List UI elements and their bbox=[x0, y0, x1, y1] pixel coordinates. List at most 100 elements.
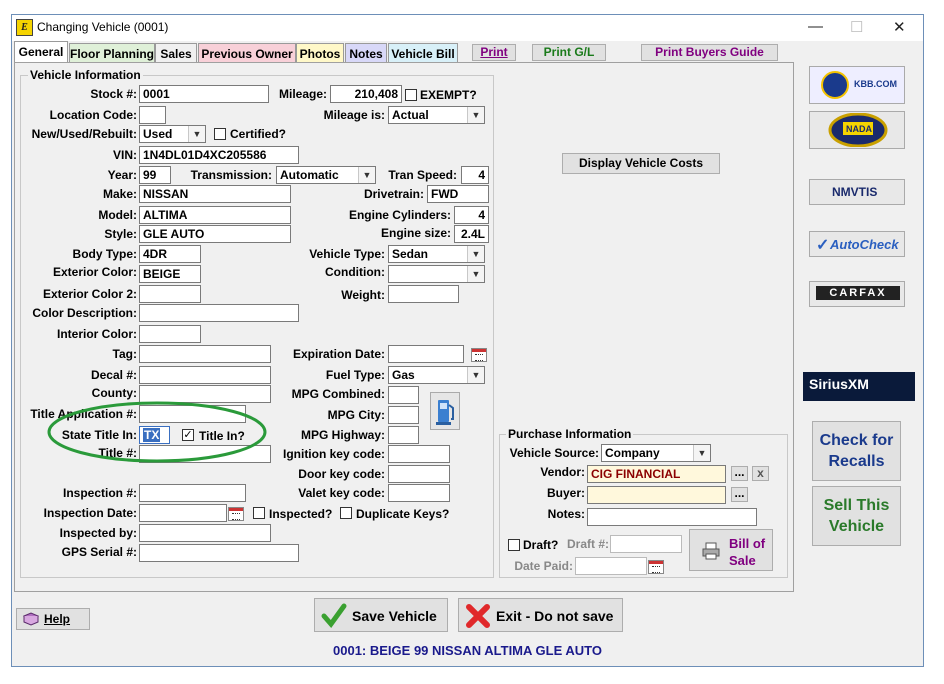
help-button[interactable]: Help bbox=[16, 608, 90, 630]
calendar-icon[interactable] bbox=[471, 348, 487, 362]
ignition-key-field[interactable] bbox=[388, 445, 450, 463]
ext-color2-field[interactable] bbox=[139, 285, 201, 303]
inspection-date-label: Inspection Date: bbox=[43, 506, 137, 520]
body-type-label: Body Type: bbox=[72, 247, 137, 261]
inspected-by-label: Inspected by: bbox=[59, 526, 137, 540]
ext-color-field[interactable]: BEIGE bbox=[139, 265, 201, 283]
kbb-badge-icon bbox=[821, 71, 849, 99]
vendor-lookup-button[interactable]: ... bbox=[731, 466, 748, 481]
print-buyers-guide-button[interactable]: Print Buyers Guide bbox=[641, 44, 778, 61]
drivetrain-field[interactable]: FWD bbox=[427, 185, 489, 203]
vendor-clear-button[interactable]: x bbox=[752, 466, 769, 481]
vehicle-type-select[interactable]: Sedan ▼ bbox=[388, 245, 485, 263]
mileage-field[interactable]: 210,408 bbox=[330, 85, 402, 103]
duplicate-keys-checkbox[interactable] bbox=[340, 507, 352, 519]
chevron-down-icon: ▼ bbox=[693, 445, 710, 461]
print-button[interactable]: Print bbox=[472, 44, 516, 61]
sell-this-vehicle-button[interactable]: Sell This Vehicle bbox=[812, 486, 901, 546]
engine-size-field[interactable]: 2.4L bbox=[454, 225, 489, 243]
red-x-icon bbox=[466, 604, 490, 628]
minimize-icon[interactable]: — bbox=[808, 18, 823, 35]
nmvtis-logo-button[interactable]: NMVTIS bbox=[809, 179, 905, 205]
mpg-city-field[interactable] bbox=[388, 406, 419, 424]
stock-field[interactable]: 0001 bbox=[139, 85, 269, 103]
tag-field[interactable] bbox=[139, 345, 271, 363]
expiration-field[interactable] bbox=[388, 345, 464, 363]
make-field[interactable]: NISSAN bbox=[139, 185, 291, 203]
vin-field[interactable]: 1N4DL01D4XC205586 bbox=[139, 146, 299, 164]
decal-field[interactable] bbox=[139, 366, 271, 384]
help-book-icon bbox=[23, 612, 39, 626]
color-desc-field[interactable] bbox=[139, 304, 299, 322]
buyer-field[interactable] bbox=[587, 486, 726, 504]
model-field[interactable]: ALTIMA bbox=[139, 206, 291, 224]
date-paid-field[interactable] bbox=[575, 557, 647, 575]
tran-speed-field[interactable]: 4 bbox=[461, 166, 489, 184]
vendor-field[interactable]: CIG FINANCIAL bbox=[587, 465, 726, 483]
exit-button[interactable]: Exit - Do not save bbox=[458, 598, 623, 632]
exempt-checkbox[interactable] bbox=[405, 89, 417, 101]
ignition-key-label: Ignition key code: bbox=[282, 447, 385, 461]
condition-select[interactable]: ▼ bbox=[388, 265, 485, 283]
fuel-type-value: Gas bbox=[392, 368, 415, 382]
inspection-date-field[interactable] bbox=[139, 504, 227, 522]
inspected-checkbox[interactable] bbox=[253, 507, 265, 519]
display-vehicle-costs-button[interactable]: Display Vehicle Costs bbox=[562, 153, 720, 174]
year-field[interactable]: 99 bbox=[139, 166, 171, 184]
new-used-select[interactable]: Used ▼ bbox=[139, 125, 206, 143]
tab-photos[interactable]: Photos bbox=[296, 43, 344, 63]
valet-key-field[interactable] bbox=[388, 484, 450, 502]
tab-general[interactable]: General bbox=[14, 41, 68, 64]
siriusxm-logo-button[interactable]: SiriusXM bbox=[803, 372, 915, 401]
print-gl-button[interactable]: Print G/L bbox=[532, 44, 606, 61]
door-key-field[interactable] bbox=[388, 465, 450, 483]
carfax-logo-button[interactable]: CARFAX bbox=[809, 281, 905, 307]
engine-size-label: Engine size: bbox=[380, 226, 451, 240]
fuel-type-select[interactable]: Gas ▼ bbox=[388, 366, 485, 384]
certified-checkbox[interactable] bbox=[214, 128, 226, 140]
buyer-lookup-button[interactable]: ... bbox=[731, 487, 748, 502]
door-key-label: Door key code: bbox=[298, 467, 385, 481]
weight-label: Weight: bbox=[341, 288, 385, 302]
gps-field[interactable] bbox=[139, 544, 299, 562]
autocheck-logo-button[interactable]: ✓ AutoCheck bbox=[809, 231, 905, 257]
transmission-select[interactable]: Automatic ▼ bbox=[276, 166, 376, 184]
mpg-highway-label: MPG Highway: bbox=[300, 428, 385, 442]
int-color-field[interactable] bbox=[139, 325, 201, 343]
location-field[interactable] bbox=[139, 106, 166, 124]
check-for-recalls-button[interactable]: Check for Recalls bbox=[812, 421, 901, 481]
inspection-no-field[interactable] bbox=[139, 484, 246, 502]
tab-previous-owner[interactable]: Previous Owner bbox=[198, 43, 296, 63]
siriusxm-logo-text: SiriusXM bbox=[809, 376, 869, 392]
cylinders-field[interactable]: 4 bbox=[454, 206, 489, 224]
help-label: Help bbox=[44, 612, 71, 626]
notes-field[interactable] bbox=[587, 508, 757, 526]
bill-of-sale-label: Bill of Sale bbox=[729, 536, 766, 568]
draft-checkbox[interactable] bbox=[508, 539, 520, 551]
cylinders-label: Engine Cylinders: bbox=[348, 208, 451, 222]
tab-floor-planning[interactable]: Floor Planning bbox=[69, 43, 155, 63]
inspected-by-field[interactable] bbox=[139, 524, 271, 542]
mileage-is-select[interactable]: Actual ▼ bbox=[388, 106, 485, 124]
weight-field[interactable] bbox=[388, 285, 459, 303]
bill-of-sale-button[interactable]: Bill of Sale bbox=[689, 529, 773, 571]
maximize-icon[interactable]: ☐ bbox=[850, 18, 863, 36]
mpg-combined-field[interactable] bbox=[388, 386, 419, 404]
vehicle-source-select[interactable]: Company ▼ bbox=[601, 444, 711, 462]
new-used-value: Used bbox=[143, 127, 173, 141]
kbb-logo-button[interactable]: KBB.COM bbox=[809, 66, 905, 104]
close-icon[interactable]: ✕ bbox=[893, 18, 906, 36]
calendar-icon[interactable] bbox=[228, 507, 244, 521]
body-type-field[interactable]: 4DR bbox=[139, 245, 201, 263]
style-field[interactable]: GLE AUTO bbox=[139, 225, 291, 243]
save-vehicle-button[interactable]: Save Vehicle bbox=[314, 598, 448, 632]
tab-notes[interactable]: Notes bbox=[345, 43, 387, 63]
fuel-pump-button[interactable] bbox=[430, 392, 460, 430]
tab-sales[interactable]: Sales bbox=[155, 43, 197, 63]
tab-vehicle-bill[interactable]: Vehicle Bill bbox=[388, 43, 458, 63]
drivetrain-label: Drivetrain: bbox=[363, 187, 424, 201]
mpg-highway-field[interactable] bbox=[388, 426, 419, 444]
nada-logo-button[interactable]: NADA bbox=[809, 111, 905, 149]
draft-no-field[interactable] bbox=[610, 535, 682, 553]
calendar-icon[interactable] bbox=[648, 560, 664, 574]
